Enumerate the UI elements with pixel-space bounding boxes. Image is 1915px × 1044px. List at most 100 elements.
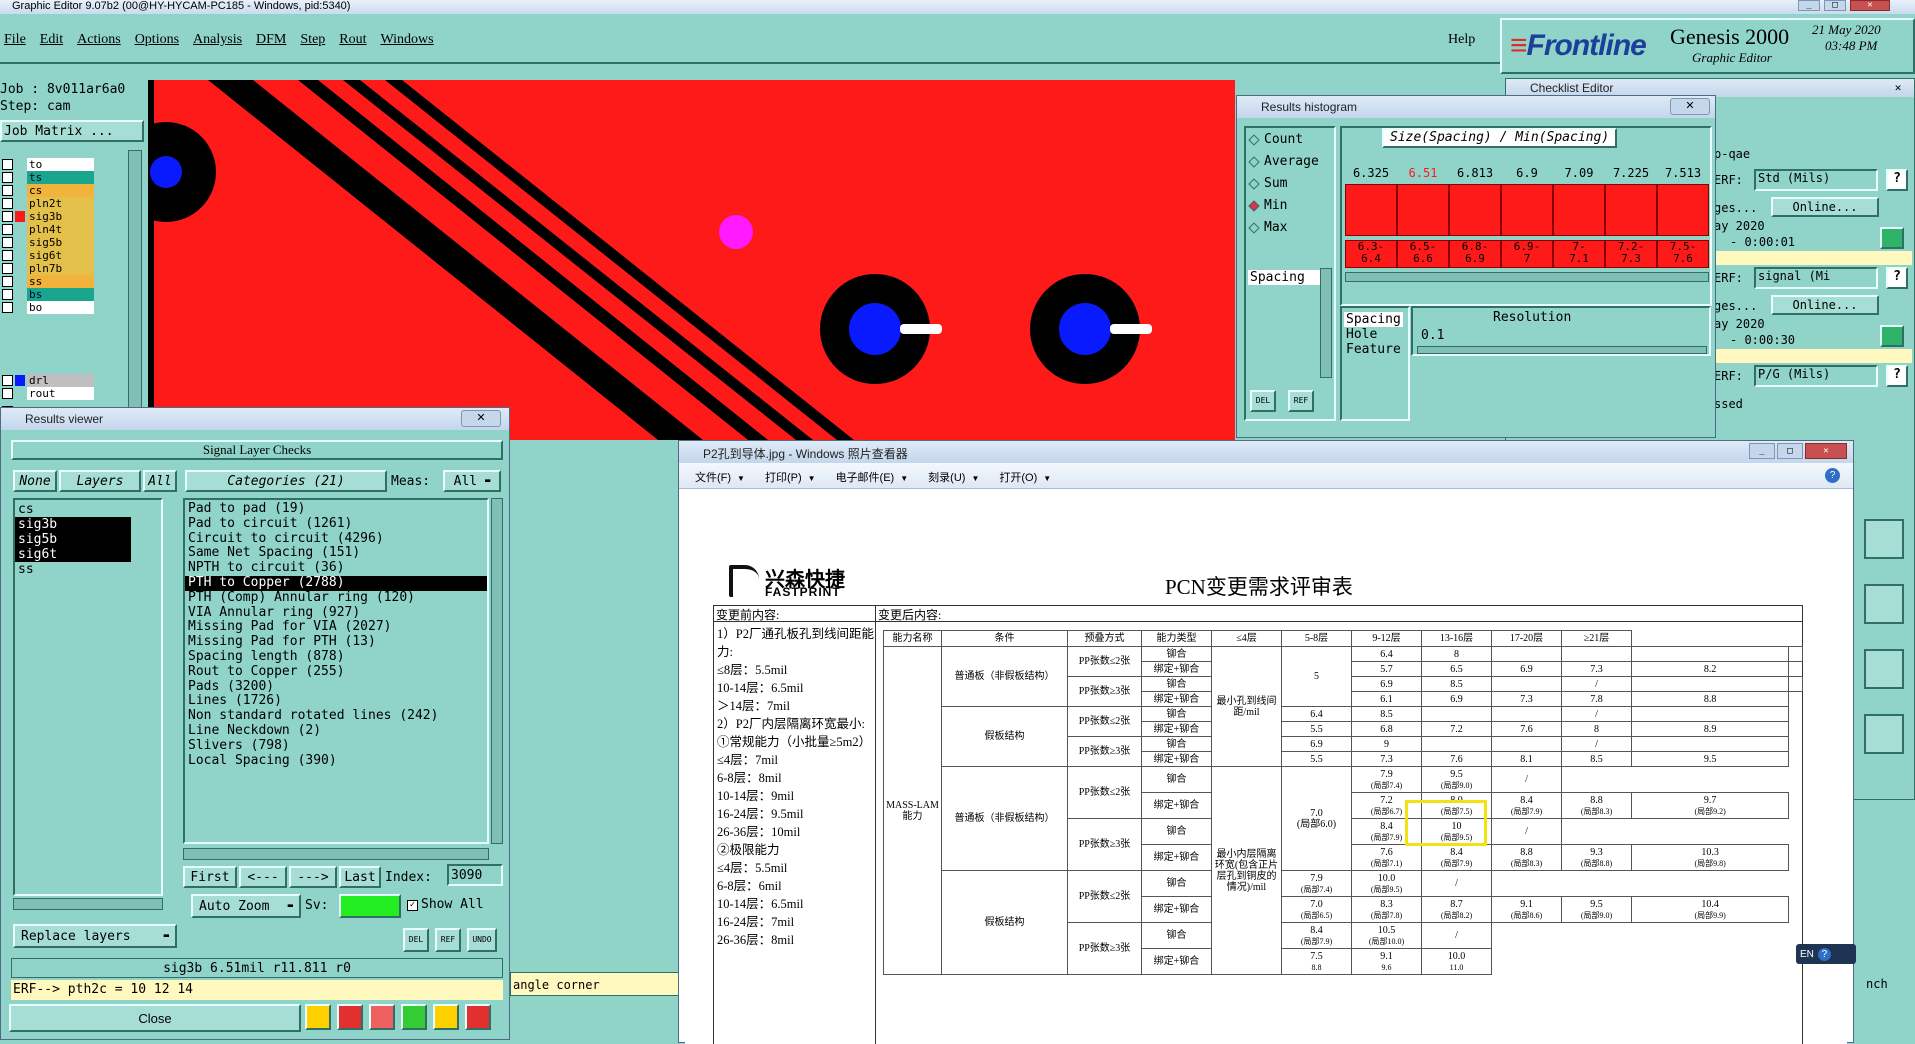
layer-name[interactable]: sig3b <box>27 210 94 223</box>
menu-help[interactable]: Help <box>1448 32 1475 48</box>
layer-row[interactable]: rout <box>0 387 118 400</box>
all-layers-button[interactable]: All <box>143 470 177 492</box>
histogram-option[interactable]: Min <box>1248 198 1287 213</box>
histogram-bar[interactable] <box>1605 184 1657 236</box>
layer-row[interactable]: sig5b <box>0 236 118 249</box>
layer-results-hscroll[interactable] <box>13 898 163 910</box>
category-list-hscroll[interactable] <box>183 848 489 860</box>
category-item[interactable]: Slivers (798) <box>185 738 487 754</box>
next-button[interactable]: ---> <box>289 866 337 888</box>
minimize-button[interactable]: _ <box>1798 0 1820 11</box>
photo-menu-item[interactable]: 打印(P) ▼ <box>765 469 816 485</box>
layer-list-scrollbar[interactable] <box>128 150 142 410</box>
layer-results-list[interactable]: cs sig3b sig5b sig6t ss <box>13 498 163 896</box>
layer-row[interactable]: ss <box>0 275 118 288</box>
maximize-button[interactable]: □ <box>1777 443 1803 459</box>
layer-name[interactable]: bo <box>27 301 94 314</box>
pcb-canvas[interactable] <box>148 80 1235 440</box>
category-item[interactable]: Local Spacing (390) <box>185 753 487 769</box>
red-square-icon[interactable] <box>337 1004 363 1030</box>
category-item[interactable]: Pad to circuit (1261) <box>185 516 487 532</box>
histogram-bar[interactable] <box>1397 184 1449 236</box>
menu-windows[interactable]: Windows <box>381 32 434 48</box>
histogram-option[interactable]: Average <box>1248 154 1319 169</box>
result-layer-item[interactable]: ss <box>15 562 161 577</box>
layer-name[interactable]: sig5b <box>27 236 94 249</box>
photo-menu-item[interactable]: 电子邮件(E) ▼ <box>836 469 909 485</box>
layer-row[interactable]: to <box>0 158 118 171</box>
help-icon[interactable]: ? <box>1886 169 1908 191</box>
category-item[interactable]: Line Neckdown (2) <box>185 723 487 739</box>
menu-file[interactable]: File <box>4 32 26 48</box>
replace-layers-dropdown[interactable]: Replace layers ▬ <box>13 924 177 948</box>
menu-actions[interactable]: Actions <box>77 32 121 48</box>
layer-checkbox[interactable] <box>2 159 13 170</box>
category-item[interactable]: Spacing length (878) <box>185 649 487 665</box>
layer-name[interactable]: pln2t <box>27 197 94 210</box>
layer-checkbox[interactable] <box>2 185 13 196</box>
layer-name[interactable]: ts <box>27 171 94 184</box>
results-viewer-close-x[interactable]: ✕ <box>461 410 501 427</box>
job-matrix-button[interactable]: Job Matrix ... <box>0 120 144 142</box>
layer-checkbox[interactable] <box>2 276 13 287</box>
layer-name[interactable]: ss <box>27 275 94 288</box>
help-icon[interactable]: ? <box>1886 267 1908 289</box>
layer-name[interactable]: pln7b <box>27 262 94 275</box>
show-all-checkbox[interactable]: ✓ <box>407 900 418 911</box>
layer-name[interactable]: sig6t <box>27 249 94 262</box>
histogram-options-scrollbar[interactable] <box>1320 268 1332 378</box>
layer-row[interactable]: pln4t <box>0 223 118 236</box>
layer-checkbox[interactable] <box>2 237 13 248</box>
category-item[interactable]: Missing Pad for VIA (2027) <box>185 620 487 635</box>
histogram-bin[interactable]: 7.5- 7.6 <box>1657 240 1709 268</box>
layer-row[interactable]: pln7b <box>0 262 118 275</box>
layer-row[interactable]: bo <box>0 301 118 314</box>
histogram-bin[interactable]: 6.8- 6.9 <box>1449 240 1501 268</box>
layer-checkbox[interactable] <box>2 263 13 274</box>
close-button[interactable]: ✕ <box>1850 0 1890 11</box>
category-item[interactable]: Circuit to circuit (4296) <box>185 531 487 547</box>
histogram-option[interactable]: Max <box>1248 220 1287 235</box>
layer-row[interactable]: pln2t <box>0 197 118 210</box>
category-item[interactable]: NPTH to circuit (36) <box>185 560 487 576</box>
histogram-bar[interactable] <box>1449 184 1501 236</box>
layer-checkbox[interactable] <box>2 224 13 235</box>
category-item[interactable]: Same Net Spacing (151) <box>185 546 487 561</box>
layer-checkbox[interactable] <box>2 250 13 261</box>
histogram-bin[interactable]: 6.9- 7 <box>1501 240 1553 268</box>
none-button[interactable]: None <box>13 470 57 492</box>
help-icon[interactable]: ? <box>1886 365 1908 387</box>
histogram-bin[interactable]: 6.3- 6.4 <box>1345 240 1397 268</box>
menu-step[interactable]: Step <box>300 32 325 48</box>
menu-options[interactable]: Options <box>135 32 179 48</box>
histogram-type-item[interactable]: Hole <box>1344 327 1379 342</box>
histogram-option[interactable]: Count <box>1248 132 1303 147</box>
undo-results-icon[interactable]: UNDO <box>467 928 497 952</box>
layer-row[interactable]: bs <box>0 288 118 301</box>
prev-button[interactable]: <--- <box>239 866 287 888</box>
layer-name[interactable]: pln4t <box>27 223 94 236</box>
photo-menu-item[interactable]: 打开(O) ▼ <box>999 469 1051 485</box>
histogram-bar[interactable] <box>1501 184 1553 236</box>
histogram-type-item[interactable]: Feature <box>1344 342 1403 357</box>
category-list[interactable]: Pad to pad (19) Pad to circuit (1261) Circ… <box>183 498 489 844</box>
result-layer-item[interactable]: sig3b <box>15 517 131 532</box>
graph-icon[interactable] <box>305 1004 331 1030</box>
layer-name[interactable]: bs <box>27 288 94 301</box>
layer-checkbox[interactable] <box>2 375 13 386</box>
layer-checkbox[interactable] <box>2 388 13 399</box>
erf-value[interactable]: Std (Mils) <box>1754 169 1878 191</box>
histogram-bar[interactable] <box>1657 184 1709 236</box>
ref-results-icon[interactable]: REF <box>435 928 461 952</box>
histogram-icon-btn-2[interactable]: REF <box>1288 390 1314 412</box>
histogram-bin[interactable]: 7- 7.1 <box>1553 240 1605 268</box>
zoom-icon[interactable] <box>1880 325 1904 347</box>
histogram-icon[interactable] <box>465 1004 491 1030</box>
layer-checkbox[interactable] <box>2 198 13 209</box>
layer-row[interactable]: drl <box>0 374 118 387</box>
category-item[interactable]: Rout to Copper (255) <box>185 664 487 680</box>
category-item[interactable]: PTH to Copper (2788) <box>185 575 487 591</box>
layer-row[interactable]: ts <box>0 171 118 184</box>
category-item[interactable]: VIA Annular ring (927) <box>185 605 487 621</box>
layer-row[interactable]: sig6t <box>0 249 118 262</box>
